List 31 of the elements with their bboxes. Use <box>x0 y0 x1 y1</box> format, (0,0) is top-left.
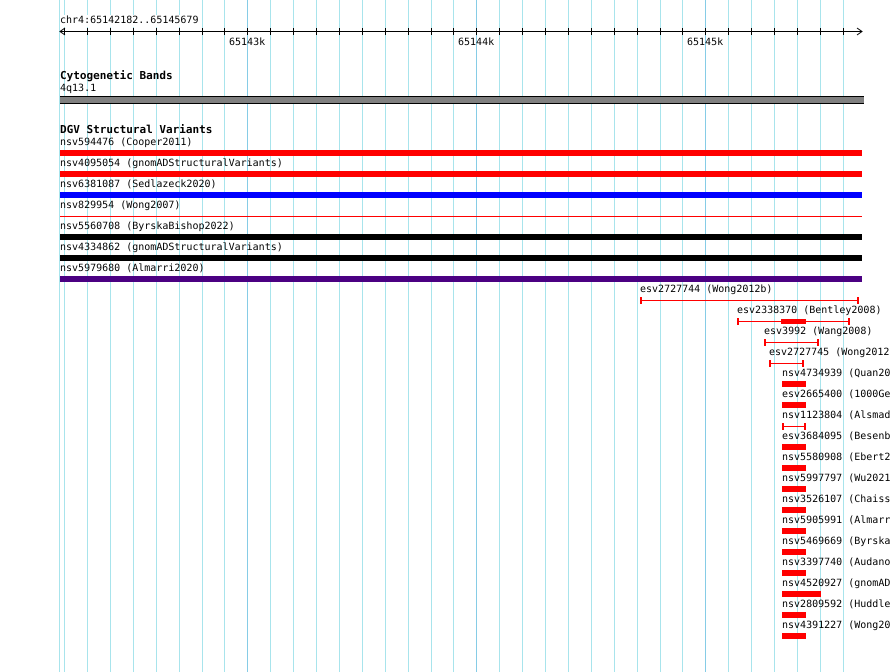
feature-label: nsv4734939 (Quan20 <box>782 368 890 381</box>
feature-label: esv2727745 (Wong2012 <box>769 347 890 360</box>
feature-label: nsv6381087 (Sedlazeck2020) <box>60 179 217 192</box>
feature-label: esv3684095 (Besenb <box>782 431 890 444</box>
feature-label: nsv5469669 (Byrska <box>782 536 890 549</box>
feature-label: nsv1123804 (Alsmad <box>782 410 890 423</box>
feature-label: esv2338370 (Bentley2008) <box>737 305 882 318</box>
ruler-tick-label: 65143k <box>229 37 266 49</box>
feature-label: nsv4520927 (gnomAD <box>782 578 890 591</box>
feature-label: nsv594476 (Cooper2011) <box>60 137 192 150</box>
track-title: Cytogenetic Bands <box>60 70 173 83</box>
feature-label: nsv5997797 (Wu2021 <box>782 473 890 486</box>
feature-label: nsv3397740 (Audano <box>782 557 890 570</box>
feature-label: nsv4391227 (Wong20 <box>782 620 890 633</box>
ruler-tick-label: 65144k <box>458 37 494 49</box>
ruler-tick-label: 65145k <box>687 37 724 49</box>
feature-label: nsv2809592 (Huddle <box>782 599 890 612</box>
feature-label: nsv3526107 (Chaiss <box>782 494 890 507</box>
feature-label: nsv5580908 (Ebert2 <box>782 452 890 465</box>
feature-label: esv2727744 (Wong2012b) <box>640 284 772 297</box>
feature-label: nsv5905991 (Almarr <box>782 515 890 528</box>
locus-label: chr4:65142182..65145679 <box>60 15 198 27</box>
track-title: DGV Structural Variants <box>60 124 212 137</box>
feature-label: 4q13.1 <box>60 83 96 96</box>
feature-label: nsv829954 (Wong2007) <box>60 200 180 213</box>
feature-label: esv3992 (Wang2008) <box>764 326 872 339</box>
feature-label: nsv5560708 (ByrskaBishop2022) <box>60 221 235 234</box>
feature-label: nsv5979680 (Almarri2020) <box>60 263 204 276</box>
feature-label: esv2665400 (1000Ge <box>782 389 890 402</box>
feature-label: nsv4095054 (gnomADStructuralVariants) <box>60 158 283 171</box>
feature-label: nsv4334862 (gnomADStructuralVariants) <box>60 242 283 255</box>
